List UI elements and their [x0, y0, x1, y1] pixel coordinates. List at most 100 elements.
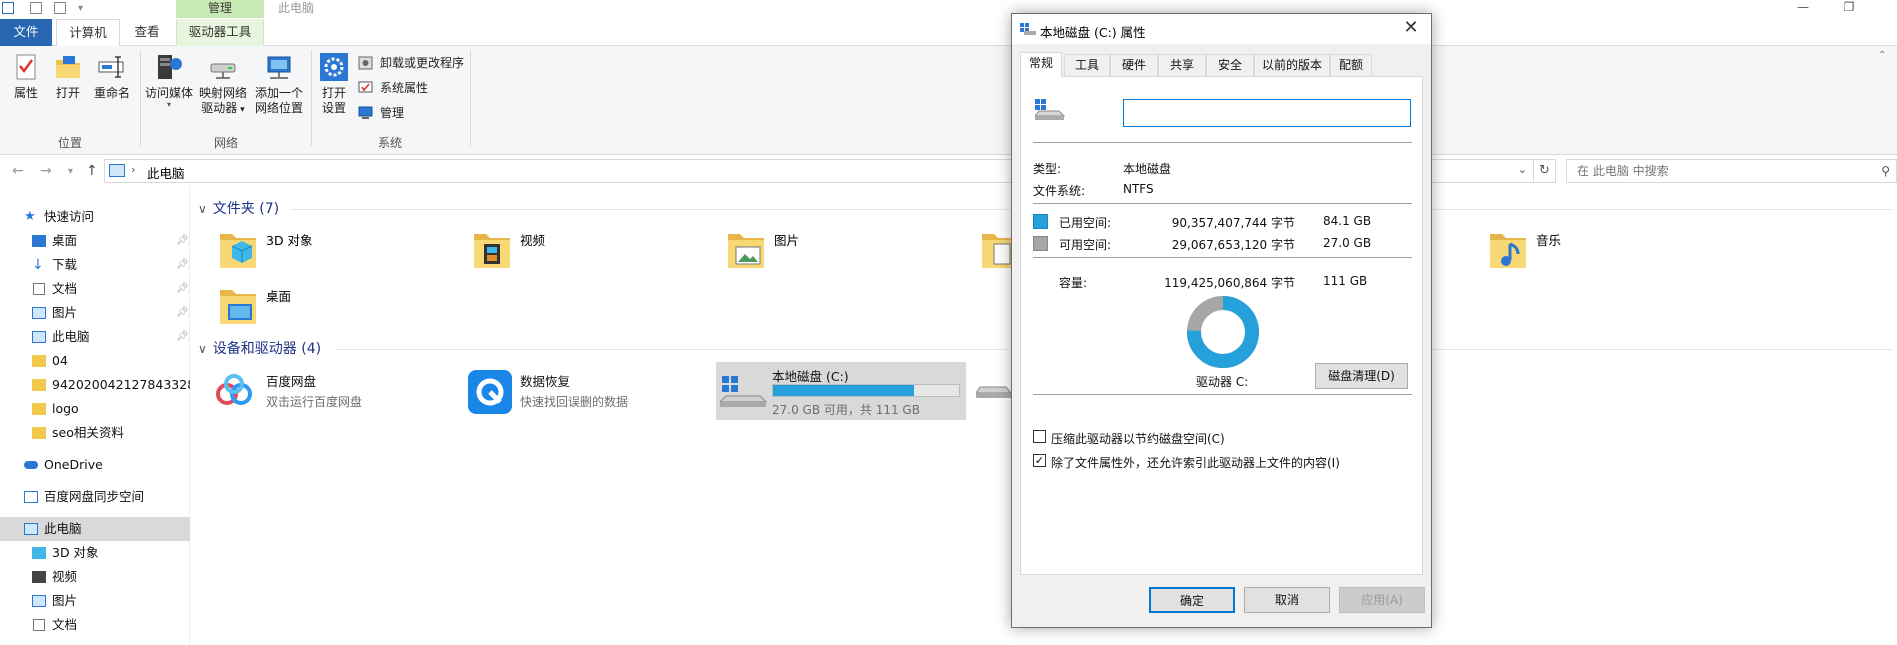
map-network-drive-button[interactable]: 映射网络 驱动器 ▾	[196, 52, 250, 118]
nav-onedrive[interactable]: OneDrive	[0, 453, 190, 477]
devices-section-header[interactable]: ∨ 设备和驱动器 (4)	[198, 338, 321, 358]
nav-this-pc[interactable]: 此电脑	[0, 517, 190, 541]
apply-button[interactable]: 应用(A)	[1339, 587, 1425, 613]
cloud-icon	[24, 461, 38, 469]
forward-arrow-icon[interactable]: →	[40, 163, 52, 179]
tab-file[interactable]: 文件	[0, 19, 52, 46]
section-divider	[1432, 349, 1892, 350]
tab-drive-tools[interactable]: 驱动器工具	[176, 19, 264, 46]
device-drive-partial[interactable]	[976, 362, 1011, 420]
folder-desktop[interactable]: 桌面	[218, 280, 438, 330]
nav-label: 此电脑	[44, 521, 82, 536]
refresh-icon[interactable]: ↻	[1534, 159, 1556, 183]
nav-baidu-sync[interactable]: 百度网盘同步空间	[0, 485, 190, 509]
nav-folder-04[interactable]: 04	[0, 349, 190, 373]
dialog-title: 本地磁盘 (C:) 属性	[1040, 25, 1146, 40]
recent-dropdown-icon[interactable]: ▾	[68, 166, 73, 177]
properties-button[interactable]: 属性	[8, 52, 44, 101]
folder-icon	[32, 355, 46, 367]
tab-sharing[interactable]: 共享	[1158, 54, 1206, 76]
restore-icon[interactable]: ❐	[1826, 0, 1872, 18]
compress-checkbox[interactable]	[1033, 430, 1046, 443]
search-input[interactable]: 在 此电脑 中搜索 ⚲	[1566, 159, 1897, 183]
properties-icon[interactable]	[30, 2, 42, 14]
folder-videos[interactable]: 视频	[472, 224, 692, 274]
cancel-button[interactable]: 取消	[1244, 587, 1330, 613]
device-local-disk-c[interactable]: 本地磁盘 (C:) 27.0 GB 可用，共 111 GB	[716, 362, 966, 420]
access-media-button[interactable]: 访问媒体 ▾	[143, 52, 195, 109]
pin-icon[interactable]: 📌︎	[176, 253, 189, 277]
nav-folder-seo[interactable]: seo相关资料	[0, 421, 190, 445]
nav-3d-objects[interactable]: 3D 对象	[0, 541, 190, 565]
tab-hardware[interactable]: 硬件	[1110, 54, 1158, 76]
uninstall-programs-button[interactable]: 卸载或更改程序	[358, 54, 464, 72]
tab-security[interactable]: 安全	[1206, 54, 1254, 76]
system-properties-button[interactable]: 系统属性	[358, 79, 428, 97]
search-icon[interactable]: ⚲	[1881, 160, 1890, 182]
up-arrow-icon[interactable]: ↑	[86, 163, 98, 179]
disk-cleanup-button[interactable]: 磁盘清理(D)	[1315, 363, 1408, 389]
device-baidu-netdisk[interactable]: 百度网盘 双击运行百度网盘	[210, 366, 460, 420]
volume-label-input[interactable]	[1123, 99, 1411, 127]
pin-icon[interactable]: 📌︎	[176, 301, 189, 325]
address-dropdown-icon[interactable]: ⌄	[1518, 163, 1527, 176]
chevron-down-icon: ∨	[198, 342, 207, 356]
pin-icon[interactable]: 📌︎	[176, 277, 189, 301]
minimize-icon[interactable]: —	[1780, 0, 1826, 18]
nav-quick-access[interactable]: ★ 快速访问	[0, 205, 190, 229]
folders-section-header[interactable]: ∨ 文件夹 (7)	[198, 198, 279, 218]
folder-3d-objects[interactable]: 3D 对象	[218, 224, 438, 274]
open-button[interactable]: 打开	[50, 52, 86, 101]
folder-documents-partial[interactable]	[980, 224, 1011, 274]
disk-usage-fill	[773, 385, 914, 396]
tab-quota[interactable]: 配额	[1330, 54, 1372, 76]
nav-folder-long[interactable]: 942020042127843328-c	[0, 373, 190, 397]
computer-icon	[32, 331, 46, 343]
folder-icon	[32, 403, 46, 415]
back-arrow-icon[interactable]: ←	[12, 163, 24, 179]
add-network-location-button[interactable]: 添加一个 网络位置	[250, 52, 308, 116]
computer-icon	[109, 164, 125, 177]
nav-label: 图片	[52, 593, 78, 608]
nav-pictures-2[interactable]: 图片	[0, 589, 190, 613]
nav-documents[interactable]: 文档 📌︎	[0, 277, 190, 301]
nav-label: 视频	[52, 569, 78, 584]
ok-button[interactable]: 确定	[1149, 587, 1235, 613]
device-subtitle: 双击运行百度网盘	[266, 395, 363, 409]
new-folder-icon[interactable]	[54, 2, 66, 14]
tab-previous-versions[interactable]: 以前的版本	[1254, 54, 1330, 76]
rename-icon	[97, 52, 127, 82]
this-pc-icon[interactable]	[2, 2, 14, 14]
tab-tools[interactable]: 工具	[1064, 54, 1110, 76]
pin-icon[interactable]: 📌︎	[176, 229, 189, 253]
nav-pictures[interactable]: 图片 📌︎	[0, 301, 190, 325]
filesystem-label: 文件系统:	[1033, 184, 1086, 198]
manage-button[interactable]: 管理	[358, 104, 404, 122]
free-space-swatch	[1033, 236, 1048, 251]
nav-desktop[interactable]: 桌面 📌︎	[0, 229, 190, 253]
qat-dropdown-icon[interactable]: ▾	[78, 3, 83, 14]
nav-this-pc-pinned[interactable]: 此电脑 📌︎	[0, 325, 190, 349]
tab-computer[interactable]: 计算机	[56, 19, 120, 47]
nav-folder-logo[interactable]: logo	[0, 397, 190, 421]
tab-view[interactable]: 查看	[124, 19, 170, 46]
nav-documents-2[interactable]: 文档	[0, 613, 190, 637]
nav-downloads[interactable]: ↓ 下载 📌︎	[0, 253, 190, 277]
folder-pictures[interactable]: 图片	[726, 224, 946, 274]
open-settings-button[interactable]: 打开 设置	[314, 52, 354, 116]
folders-section-title: 文件夹 (7)	[212, 201, 280, 217]
rename-button[interactable]: 重命名	[90, 52, 134, 101]
chevron-up-icon[interactable]: ⌃	[1878, 50, 1886, 61]
open-folder-icon	[53, 52, 83, 82]
close-icon[interactable]: ✕	[1391, 14, 1431, 44]
location-group-label: 位置	[57, 136, 82, 150]
folder-music[interactable]: 音乐	[1488, 224, 1708, 274]
device-data-recovery[interactable]: 数据恢复 快速找回误删的数据	[464, 366, 714, 420]
nav-videos[interactable]: 视频	[0, 565, 190, 589]
general-tab-panel: 类型: 本地磁盘 文件系统: NTFS 已用空间: 90,357,407,744…	[1020, 76, 1423, 575]
breadcrumb[interactable]: 此电脑	[147, 163, 185, 182]
tab-general[interactable]: 常规	[1020, 52, 1062, 78]
nav-label: 此电脑	[52, 329, 90, 344]
index-checkbox[interactable]: ✓	[1033, 454, 1046, 467]
pin-icon[interactable]: 📌︎	[176, 325, 189, 349]
